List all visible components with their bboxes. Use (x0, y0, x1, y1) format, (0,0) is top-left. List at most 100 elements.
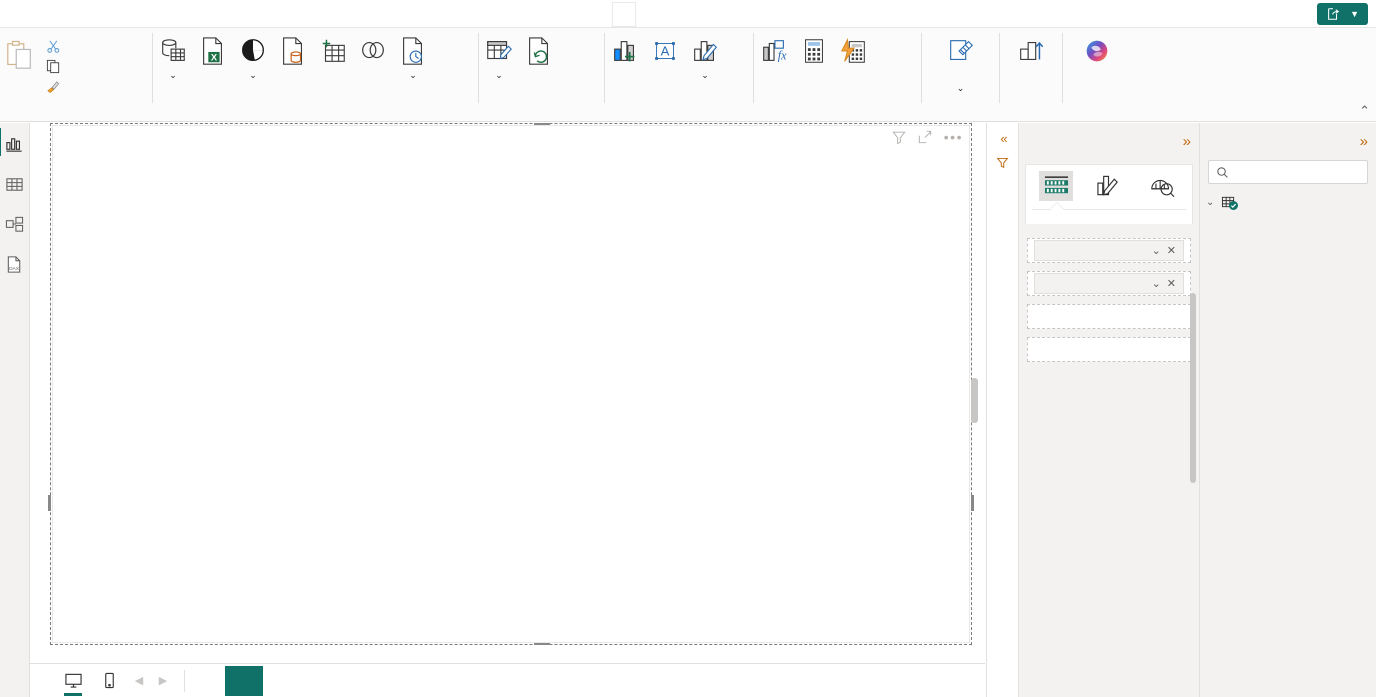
resize-handle-left[interactable] (48, 495, 51, 511)
transform-data-button[interactable]: ⌄ (479, 31, 519, 82)
more-visual-types-button[interactable] (1026, 217, 1192, 224)
sidebar-item-dax-query-view[interactable]: DAX (2, 251, 28, 277)
report-canvas[interactable]: ••• (30, 123, 985, 663)
refresh-button[interactable] (519, 31, 559, 69)
previous-page-button[interactable]: ◀ (128, 669, 150, 693)
canvas-vertical-scrollbar[interactable] (971, 378, 978, 423)
next-page-button[interactable]: ▶ (152, 669, 174, 693)
enter-data-icon (318, 34, 348, 68)
svg-text:X: X (211, 52, 218, 62)
page-bar: ◀ ▶ (30, 663, 985, 697)
chevron-down-icon[interactable]: ⌄ (1149, 244, 1164, 257)
tab-view[interactable] (96, 0, 120, 27)
well-legend[interactable] (1027, 304, 1191, 329)
ribbon-group-queries: ⌄ (479, 28, 604, 121)
group-label-calculations (754, 106, 921, 121)
search-input[interactable] (1208, 160, 1368, 184)
chevron-down-icon: ⌄ (409, 70, 417, 80)
filters-pane-collapsed[interactable]: « (986, 123, 1019, 697)
visualizations-pane-scrollbar[interactable] (1190, 293, 1196, 483)
copilot-button[interactable] (1077, 31, 1117, 69)
new-visual-button[interactable] (605, 31, 645, 69)
data-pane: » ⌄ (1200, 123, 1376, 697)
tab-data-drill[interactable] (636, 0, 660, 27)
remove-field-icon[interactable]: ✕ (1164, 244, 1179, 257)
excel-workbook-button[interactable]: X (193, 31, 233, 69)
ribbon-group-share (1000, 28, 1062, 121)
column-chart-visual[interactable]: ••• (52, 125, 970, 643)
mobile-view-button[interactable] (92, 667, 126, 695)
monitor-icon (64, 672, 83, 689)
bottom-left-strip (0, 663, 30, 697)
chevrons-right-icon[interactable]: » (1183, 133, 1189, 150)
quick-measure-button[interactable] (834, 31, 874, 69)
tab-external-tools[interactable] (168, 0, 192, 27)
paste-button[interactable] (0, 31, 40, 74)
cut-button[interactable] (40, 37, 73, 56)
sensitivity-button[interactable]: ⌄ (941, 31, 981, 95)
copy-icon (46, 59, 61, 74)
chevrons-left-icon[interactable]: « (1000, 131, 1004, 146)
format-painter-button[interactable] (40, 77, 73, 96)
recent-sources-icon (399, 34, 427, 68)
tab-file[interactable] (0, 0, 24, 27)
well-x-axis[interactable]: ⌄ ✕ (1027, 238, 1191, 263)
tab-format[interactable] (612, 0, 636, 27)
data-pane-header: » (1200, 123, 1376, 156)
new-measure-button[interactable] (794, 31, 834, 69)
model-relationship-icon (5, 215, 24, 234)
publish-icon (1016, 34, 1046, 68)
well-y-axis[interactable]: ⌄ ✕ (1027, 271, 1191, 296)
sidebar-item-report-view[interactable] (2, 131, 28, 157)
get-data-button[interactable]: ⌄ (153, 31, 193, 82)
new-visual-calculation-button[interactable]: fx (754, 31, 794, 69)
more-visuals-button[interactable]: ⌄ (685, 31, 725, 82)
page-tab-page-1[interactable] (195, 664, 223, 697)
sql-server-button[interactable] (273, 31, 313, 69)
copilot-icon (1082, 34, 1112, 68)
tab-modeling[interactable] (72, 0, 96, 27)
add-page-button[interactable] (225, 666, 263, 696)
recent-sources-button[interactable]: ⌄ (393, 31, 433, 82)
field-chip-count-of-work-item-id[interactable]: ⌄ ✕ (1034, 273, 1184, 294)
publish-button[interactable] (1011, 31, 1051, 69)
build-visual-tab[interactable] (1039, 171, 1073, 201)
analytics-tab[interactable] (1145, 171, 1179, 201)
group-label-sensitivity (922, 106, 999, 121)
visualizations-pane: » (1019, 123, 1200, 697)
dataverse-icon (358, 34, 388, 68)
database-table-icon (158, 34, 188, 68)
field-chip-work-item-type[interactable]: ⌄ ✕ (1034, 240, 1184, 261)
collapse-ribbon-button[interactable]: ⌃ (1359, 103, 1370, 119)
desktop-view-button[interactable] (56, 667, 90, 695)
chevron-down-icon[interactable]: ⌄ (1206, 197, 1216, 208)
text-box-button[interactable]: A (645, 31, 685, 69)
data-table-node[interactable]: ⌄ (1200, 192, 1376, 212)
copy-button[interactable] (40, 57, 73, 76)
enter-data-button[interactable] (313, 31, 353, 69)
onelake-data-hub-button[interactable]: ⌄ (233, 31, 273, 82)
format-visual-tab[interactable] (1092, 171, 1126, 201)
svg-text:A: A (661, 44, 670, 59)
resize-handle-right[interactable] (971, 495, 974, 511)
build-visual-label (1019, 156, 1199, 164)
ribbon-group-clipboard (0, 28, 152, 121)
tab-help[interactable] (144, 0, 168, 27)
group-label-clipboard (0, 106, 152, 121)
well-small-multiples[interactable] (1027, 337, 1191, 362)
tab-home[interactable] (24, 0, 48, 27)
table-icon (5, 175, 24, 194)
group-label-data (153, 106, 478, 121)
dataverse-button[interactable] (353, 31, 393, 69)
visual-calculation-icon: fx (759, 34, 789, 68)
sidebar-item-model-view[interactable] (2, 211, 28, 237)
pane-tab-divider (1032, 209, 1186, 210)
tab-insert[interactable] (48, 0, 72, 27)
chevrons-right-icon[interactable]: » (1360, 133, 1366, 150)
chevron-down-icon[interactable]: ⌄ (1149, 277, 1164, 290)
sidebar-item-table-view[interactable] (2, 171, 28, 197)
ribbon-tab-bar: ▼ (0, 0, 1376, 28)
remove-field-icon[interactable]: ✕ (1164, 277, 1179, 290)
share-button[interactable]: ▼ (1317, 3, 1368, 25)
tab-optimize[interactable] (120, 0, 144, 27)
